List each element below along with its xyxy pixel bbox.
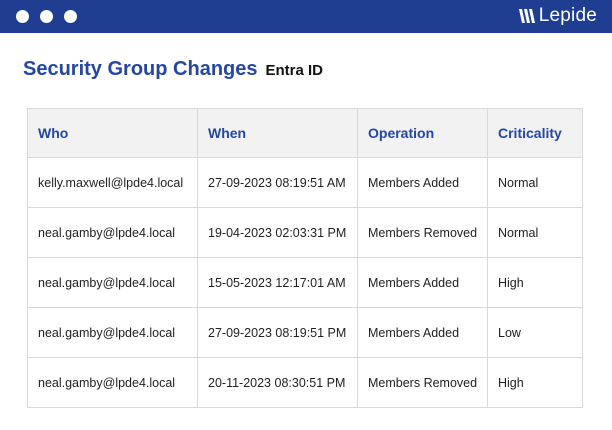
cell-who: neal.gamby@lpde4.local — [27, 257, 198, 308]
column-header-operation[interactable]: Operation — [357, 108, 488, 158]
column-header-who[interactable]: Who — [27, 108, 198, 158]
table-row[interactable]: neal.gamby@lpde4.local 19-04-2023 02:03:… — [27, 207, 583, 258]
cell-who: neal.gamby@lpde4.local — [27, 307, 198, 358]
report-heading: Security Group Changes Entra ID — [23, 58, 323, 84]
page-subtitle: Entra ID — [265, 62, 324, 79]
changes-table-container: Who When Operation Criticality kelly.max… — [27, 108, 583, 408]
lepide-logo-icon — [518, 9, 535, 23]
table-row[interactable]: neal.gamby@lpde4.local 20-11-2023 08:30:… — [27, 357, 583, 408]
brand-name: Lepide — [538, 5, 597, 26]
cell-when: 20-11-2023 08:30:51 PM — [197, 357, 358, 408]
cell-when: 15-05-2023 12:17:01 AM — [197, 257, 358, 308]
cell-operation: Members Added — [357, 157, 488, 208]
page-title: Security Group Changes — [23, 58, 258, 80]
cell-operation: Members Removed — [357, 207, 488, 258]
cell-criticality: High — [487, 257, 583, 308]
changes-table: Who When Operation Criticality kelly.max… — [27, 108, 583, 408]
table-row[interactable]: kelly.maxwell@lpde4.local 27-09-2023 08:… — [27, 157, 583, 208]
window-minimize-button[interactable] — [40, 10, 53, 23]
window-maximize-button[interactable] — [64, 10, 77, 23]
cell-criticality: High — [487, 357, 583, 408]
cell-when: 19-04-2023 02:03:31 PM — [197, 207, 358, 258]
cell-criticality: Normal — [487, 157, 583, 208]
cell-operation: Members Added — [357, 307, 488, 358]
cell-operation: Members Added — [357, 257, 488, 308]
cell-criticality: Normal — [487, 207, 583, 258]
cell-who: neal.gamby@lpde4.local — [27, 357, 198, 408]
column-header-when[interactable]: When — [197, 108, 358, 158]
cell-criticality: Low — [487, 307, 583, 358]
brand-logo: Lepide — [518, 4, 597, 28]
table-row[interactable]: neal.gamby@lpde4.local 27-09-2023 08:19:… — [27, 307, 583, 358]
title-bar: Lepide — [0, 0, 612, 33]
cell-when: 27-09-2023 08:19:51 AM — [197, 157, 358, 208]
cell-who: neal.gamby@lpde4.local — [27, 207, 198, 258]
cell-operation: Members Removed — [357, 357, 488, 408]
table-row[interactable]: neal.gamby@lpde4.local 15-05-2023 12:17:… — [27, 257, 583, 308]
table-header-row: Who When Operation Criticality — [27, 108, 583, 158]
window-close-button[interactable] — [16, 10, 29, 23]
cell-who: kelly.maxwell@lpde4.local — [27, 157, 198, 208]
column-header-criticality[interactable]: Criticality — [487, 108, 583, 158]
cell-when: 27-09-2023 08:19:51 PM — [197, 307, 358, 358]
